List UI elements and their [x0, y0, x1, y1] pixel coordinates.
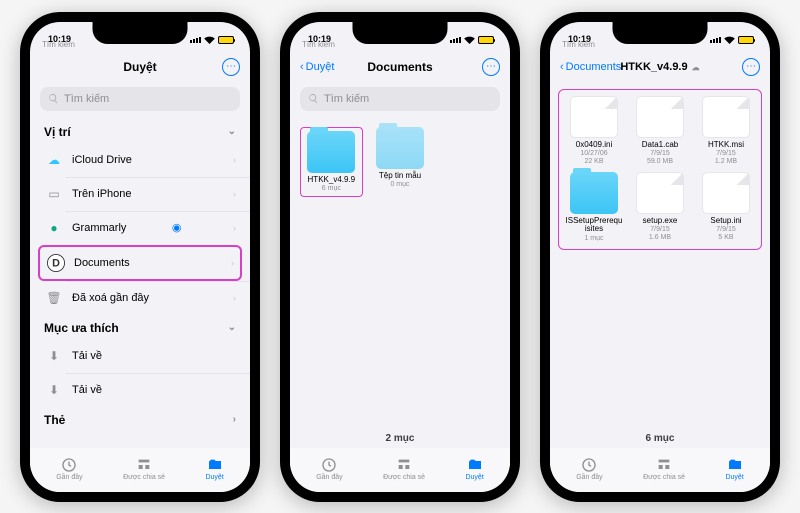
tab-bar: Gần đây Được chia sẻ Duyệt: [290, 448, 510, 492]
folder-content: 0x0409.ini 10/27/0622 KB Data1.cab 7/9/1…: [550, 83, 770, 429]
tab-recents[interactable]: Gần đây: [56, 457, 82, 481]
chevron-right-icon: ›: [233, 155, 236, 165]
section-favorites-header[interactable]: Mục ưa thích ⌄: [30, 315, 250, 339]
phone-3: 10:19 Tìm kiếm ‹ Documents HTKK_v4.9.9☁︎…: [540, 12, 780, 502]
file-item[interactable]: HTKK.msi 7/9/151.2 MB: [695, 96, 757, 166]
documents-content: HTKK_v4.9.9 6 mục Tệp tin mẫu 0 mục: [290, 119, 510, 429]
tab-browse[interactable]: Duyệt: [465, 457, 483, 481]
folder-icon: [376, 127, 424, 169]
search-placeholder: Tìm kiếm: [64, 93, 109, 105]
cloud-sync-icon: ☁︎: [692, 63, 700, 72]
file-grid: 0x0409.ini 10/27/0622 KB Data1.cab 7/9/1…: [558, 89, 762, 250]
location-deleted[interactable]: 🗑 Đã xoá gần đây ›: [30, 281, 250, 315]
folder-sample[interactable]: Tệp tin mẫu 0 mục: [369, 127, 432, 197]
screen-documents: 10:19 Tìm kiếm ‹ Duyệt Documents ⋯ Tìm k…: [290, 22, 510, 492]
phone-1: 10:19 Tìm kiếm Duyệt ⋯ Tìm kiếm Vị trí ⌄…: [20, 12, 260, 502]
more-button[interactable]: ⋯: [482, 58, 500, 76]
browse-content: Vị trí ⌄ ☁︎ iCloud Drive › ▭ Trên iPhone…: [30, 119, 250, 448]
chevron-right-icon: ›: [233, 414, 236, 425]
grammarly-icon: ●: [44, 218, 64, 238]
search-icon: [48, 93, 59, 104]
back-button[interactable]: ‹ Documents: [560, 61, 621, 73]
documents-icon: D: [47, 254, 65, 272]
file-item[interactable]: 0x0409.ini 10/27/0622 KB: [563, 96, 625, 166]
location-documents[interactable]: D Documents ›: [38, 245, 242, 281]
location-grammarly[interactable]: ● Grammarly ◉ ›: [30, 211, 250, 245]
phone-2: 10:19 Tìm kiếm ‹ Duyệt Documents ⋯ Tìm k…: [280, 12, 520, 502]
file-icon: [702, 172, 750, 214]
battery-icon: [478, 36, 494, 44]
more-button[interactable]: ⋯: [742, 58, 760, 76]
screen-folder-contents: 10:19 Tìm kiếm ‹ Documents HTKK_v4.9.9☁︎…: [550, 22, 770, 492]
eye-icon: ◉: [172, 221, 182, 234]
folder-item[interactable]: ISSetupPrerequisites 1 mục: [563, 172, 625, 243]
chevron-down-icon: ⌄: [228, 126, 236, 137]
item-count: 2 mục: [290, 429, 510, 448]
icloud-icon: ☁︎: [44, 150, 64, 170]
tab-recents[interactable]: Gần đây: [316, 457, 342, 481]
chevron-down-icon: ⌄: [228, 322, 236, 333]
favorite-downloads-2[interactable]: ⬇ Tải về: [30, 373, 250, 407]
tab-recents[interactable]: Gần đây: [576, 457, 602, 481]
notch: [353, 22, 448, 44]
file-item[interactable]: Data1.cab 7/9/1559.0 MB: [629, 96, 691, 166]
item-count: 6 mục: [550, 429, 770, 448]
battery-icon: [218, 36, 234, 44]
download-icon: ⬇: [44, 380, 64, 400]
file-icon: [702, 96, 750, 138]
nav-bar: Duyệt ⋯: [30, 51, 250, 83]
page-title: Duyệt: [30, 60, 250, 74]
battery-icon: [738, 36, 754, 44]
more-button[interactable]: ⋯: [222, 58, 240, 76]
file-item[interactable]: Setup.ini 7/9/155 KB: [695, 172, 757, 243]
search-field[interactable]: Tìm kiếm: [300, 87, 500, 111]
folder-htkk[interactable]: HTKK_v4.9.9 6 mục: [300, 127, 363, 197]
file-icon: [636, 172, 684, 214]
tab-browse[interactable]: Duyệt: [205, 457, 223, 481]
file-icon: [636, 96, 684, 138]
tab-bar: Gần đây Được chia sẻ Duyệt: [30, 448, 250, 492]
folder-icon: [570, 172, 618, 214]
tab-browse[interactable]: Duyệt: [725, 457, 743, 481]
download-icon: ⬇: [44, 346, 64, 366]
tab-shared[interactable]: Được chia sẻ: [643, 457, 685, 481]
file-item[interactable]: setup.exe 7/9/151.6 MB: [629, 172, 691, 243]
chevron-right-icon: ›: [233, 189, 236, 199]
search-placeholder: Tìm kiếm: [324, 93, 369, 105]
favorite-downloads-1[interactable]: ⬇ Tải về: [30, 339, 250, 373]
file-icon: [570, 96, 618, 138]
chevron-right-icon: ›: [231, 258, 234, 268]
iphone-icon: ▭: [44, 184, 64, 204]
location-iphone[interactable]: ▭ Trên iPhone ›: [30, 177, 250, 211]
tab-shared[interactable]: Được chia sẻ: [383, 457, 425, 481]
tab-shared[interactable]: Được chia sẻ: [123, 457, 165, 481]
location-icloud[interactable]: ☁︎ iCloud Drive ›: [30, 143, 250, 177]
section-locations-header[interactable]: Vị trí ⌄: [30, 119, 250, 143]
notch: [613, 22, 708, 44]
nav-bar: ‹ Documents HTKK_v4.9.9☁︎ ⋯: [550, 51, 770, 83]
nav-bar: ‹ Duyệt Documents ⋯: [290, 51, 510, 83]
back-button[interactable]: ‹ Duyệt: [300, 61, 334, 73]
trash-icon: 🗑: [44, 288, 64, 308]
search-icon: [308, 93, 319, 104]
screen-browse: 10:19 Tìm kiếm Duyệt ⋯ Tìm kiếm Vị trí ⌄…: [30, 22, 250, 492]
chevron-right-icon: ›: [233, 223, 236, 233]
section-tags-header[interactable]: Thẻ ›: [30, 407, 250, 431]
chevron-right-icon: ›: [233, 293, 236, 303]
notch: [93, 22, 188, 44]
search-field[interactable]: Tìm kiếm: [40, 87, 240, 111]
folder-icon: [307, 131, 355, 173]
tab-bar: Gần đây Được chia sẻ Duyệt: [550, 448, 770, 492]
